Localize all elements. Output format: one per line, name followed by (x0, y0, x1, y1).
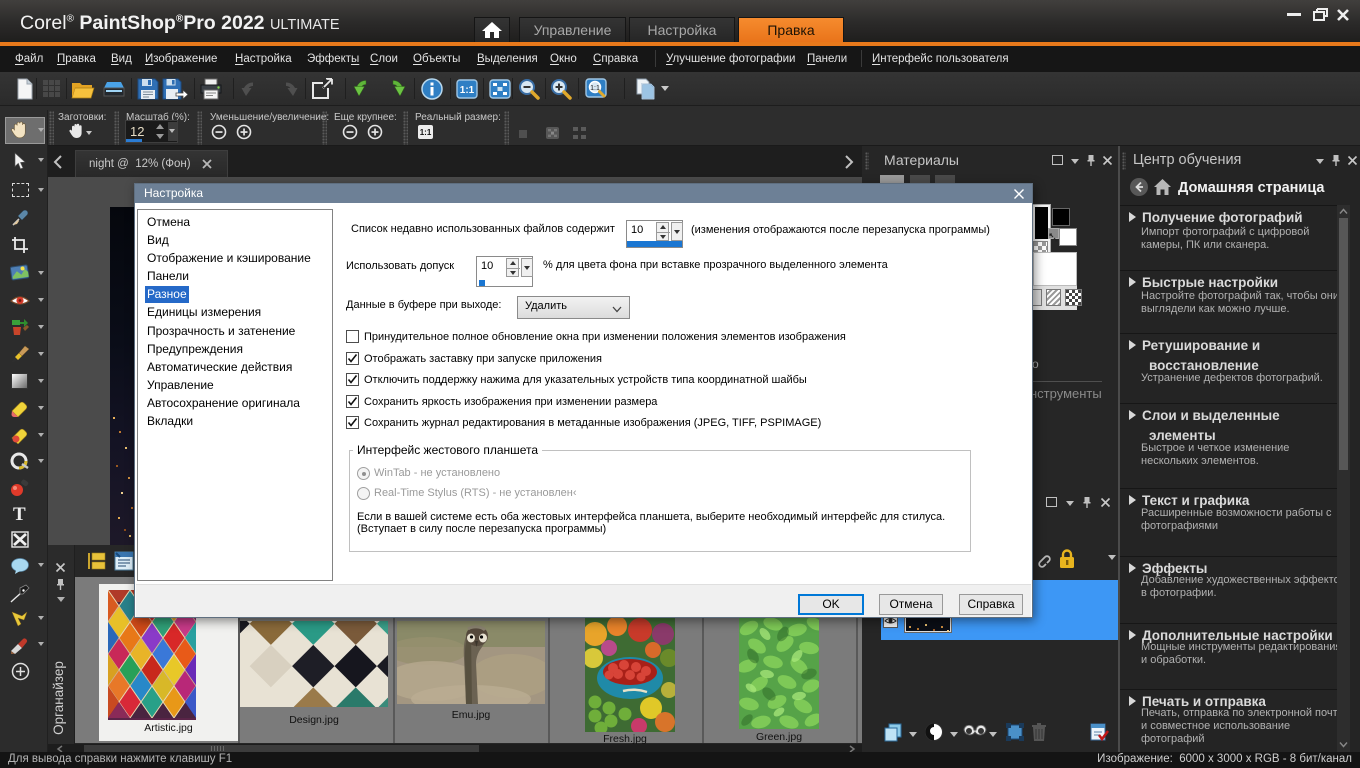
svg-text:1:1: 1:1 (420, 128, 432, 137)
svg-text:1:1: 1:1 (460, 85, 475, 96)
